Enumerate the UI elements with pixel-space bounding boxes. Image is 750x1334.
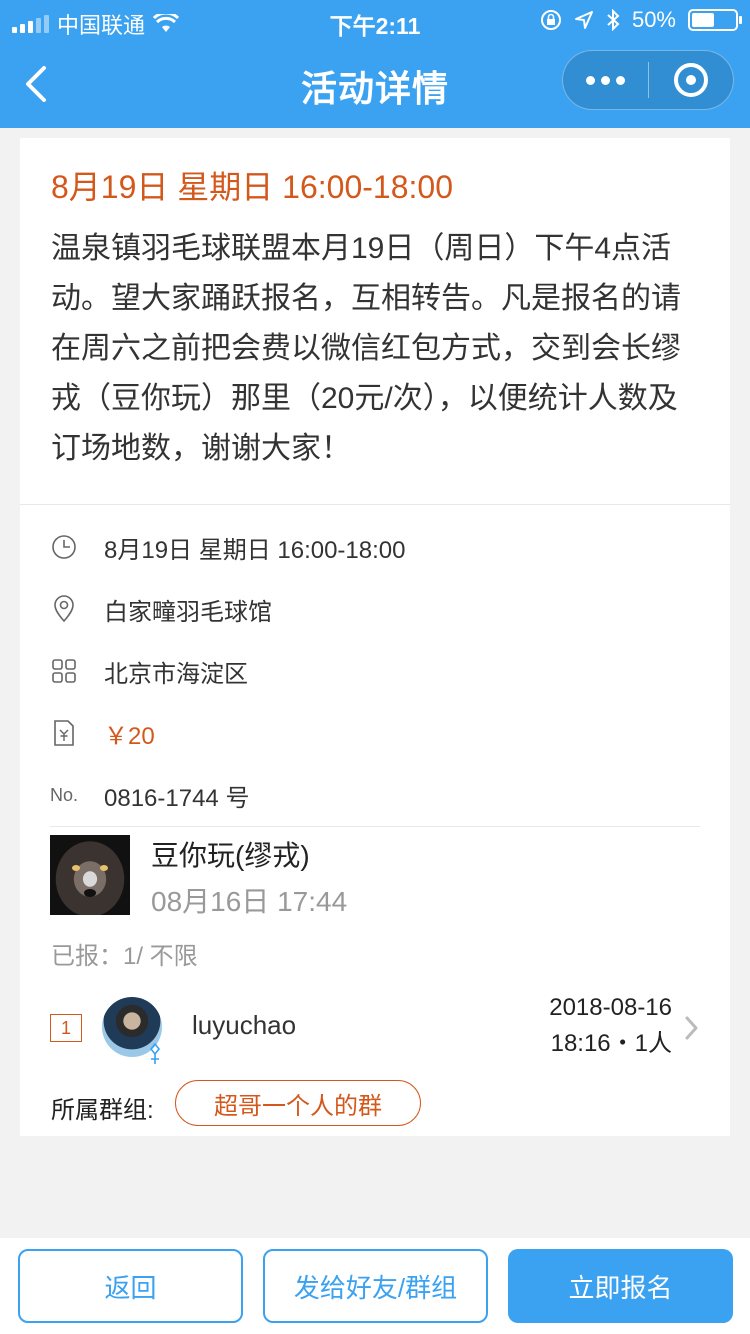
chevron-right-icon xyxy=(685,1016,698,1040)
signup-time-count: 18:16・1人 xyxy=(550,1030,672,1057)
detail-price: ￥20 xyxy=(104,722,155,750)
share-button[interactable]: 发给好友/群组 xyxy=(263,1249,488,1323)
group-tag[interactable]: 超哥一个人的群 xyxy=(175,1080,421,1126)
battery-label: 50% xyxy=(631,7,676,32)
battery-icon xyxy=(688,9,742,31)
signup-summary: 已报：1/ 不限 xyxy=(51,943,198,970)
detail-venue: 白家疃羽毛球馆 xyxy=(104,598,272,626)
detail-row-time: 8月19日 星期日 16:00-18:00 xyxy=(20,527,730,567)
detail-row-venue[interactable]: 白家疃羽毛球馆 xyxy=(20,589,730,629)
male-gender-icon xyxy=(149,1042,161,1064)
detail-row-price: ￥20 xyxy=(20,713,730,753)
location-pin-icon xyxy=(50,595,78,623)
bottom-action-bar: 返回 发给好友/群组 立即报名 xyxy=(0,1238,750,1334)
signup-rank: 1 xyxy=(50,1014,82,1042)
detail-time: 8月19日 星期日 16:00-18:00 xyxy=(104,536,406,564)
status-bar: 中国联通 下午2:11 50% xyxy=(0,0,750,40)
signup-datetime: 2018-08-16 18:16・1人 xyxy=(549,990,672,1062)
detail-district: 北京市海淀区 xyxy=(104,660,248,688)
register-button[interactable]: 立即报名 xyxy=(508,1249,733,1323)
event-card: 8月19日 星期日 16:00-18:00 温泉镇羽毛球联盟本月19日（周日）下… xyxy=(20,138,730,1136)
grid-icon xyxy=(50,657,78,685)
event-description: 温泉镇羽毛球联盟本月19日（周日）下午4点活动。望大家踊跃报名，互相转告。凡是报… xyxy=(51,232,681,465)
nav-bar: 活动详情 xyxy=(0,40,750,128)
orientation-lock-icon xyxy=(540,10,561,30)
mini-program-capsule xyxy=(562,50,734,110)
top-bar: 中国联通 下午2:11 50% 活动详情 xyxy=(0,0,750,128)
close-target-icon[interactable] xyxy=(649,51,734,109)
clock-icon xyxy=(50,533,78,561)
detail-row-number: No. 0816-1744 号 xyxy=(20,775,730,815)
status-right: 50% xyxy=(540,7,742,33)
detail-number: 0816-1744 号 xyxy=(104,784,250,812)
signup-username: luyuchao xyxy=(192,1010,297,1040)
signup-date: 2018-08-16 xyxy=(549,994,672,1021)
organizer-divider xyxy=(50,826,700,827)
number-label: No. xyxy=(50,784,79,805)
event-headline: 8月19日 星期日 16:00-18:00 xyxy=(51,169,453,205)
section-divider xyxy=(20,504,730,505)
organizer-avatar[interactable] xyxy=(50,835,130,915)
bluetooth-icon xyxy=(607,9,620,31)
location-icon xyxy=(574,11,593,29)
back-button[interactable]: 返回 xyxy=(18,1249,243,1323)
more-dots-icon[interactable] xyxy=(563,51,648,109)
organizer-name: 豆你玩(缪戎) xyxy=(151,840,310,871)
group-label: 所属群组: xyxy=(51,1097,154,1124)
organizer-time: 08月16日 17:44 xyxy=(151,886,348,917)
fee-document-icon xyxy=(50,719,78,747)
detail-row-district: 北京市海淀区 xyxy=(20,651,730,691)
